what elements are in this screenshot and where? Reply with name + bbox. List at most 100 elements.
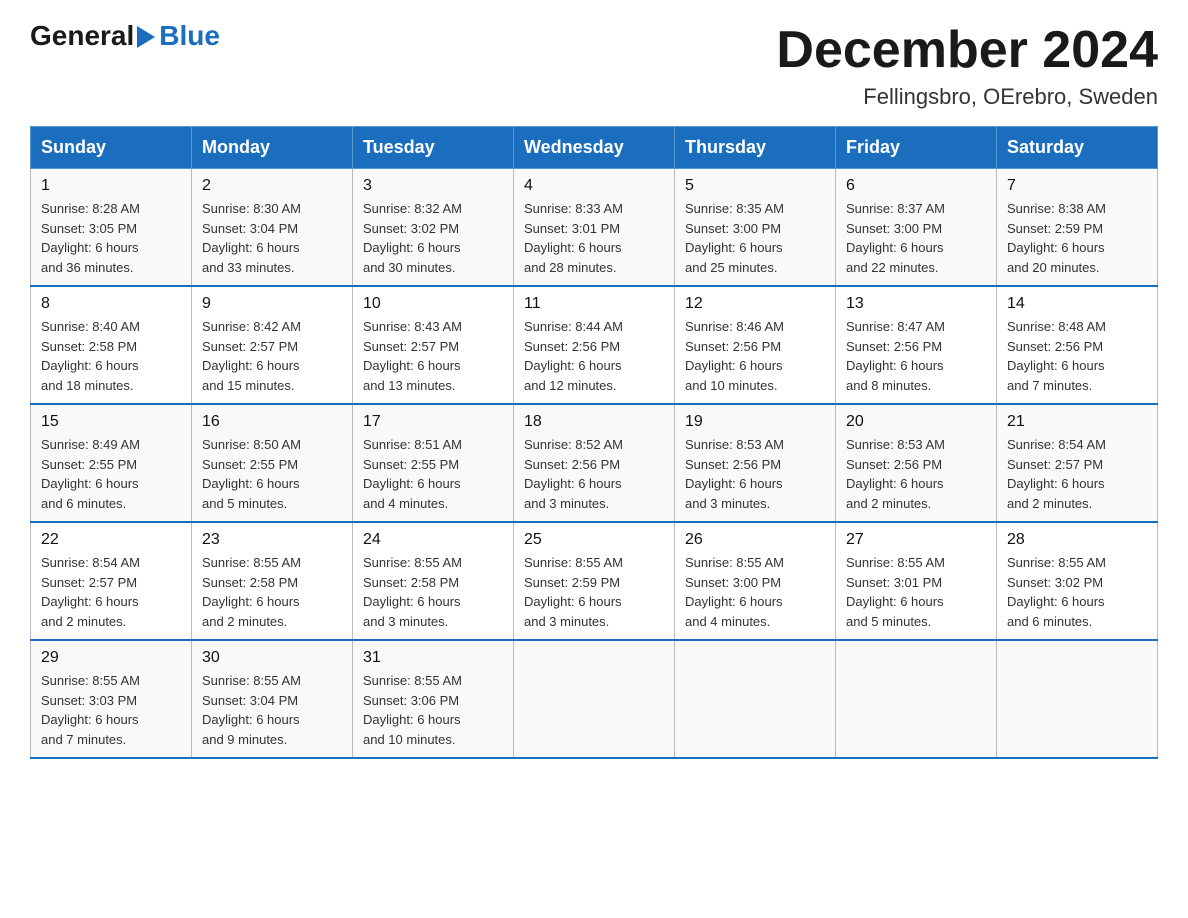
- header-thursday: Thursday: [675, 127, 836, 169]
- calendar-cell: [675, 640, 836, 758]
- calendar-cell: 15 Sunrise: 8:49 AM Sunset: 2:55 PM Dayl…: [31, 404, 192, 522]
- day-info: Sunrise: 8:43 AM Sunset: 2:57 PM Dayligh…: [363, 317, 503, 395]
- header-tuesday: Tuesday: [353, 127, 514, 169]
- calendar-week-row: 15 Sunrise: 8:49 AM Sunset: 2:55 PM Dayl…: [31, 404, 1158, 522]
- day-info: Sunrise: 8:42 AM Sunset: 2:57 PM Dayligh…: [202, 317, 342, 395]
- day-number: 17: [363, 413, 503, 431]
- calendar-cell: 20 Sunrise: 8:53 AM Sunset: 2:56 PM Dayl…: [836, 404, 997, 522]
- day-number: 25: [524, 531, 664, 549]
- day-info: Sunrise: 8:55 AM Sunset: 2:58 PM Dayligh…: [202, 553, 342, 631]
- day-info: Sunrise: 8:55 AM Sunset: 2:58 PM Dayligh…: [363, 553, 503, 631]
- calendar-cell: 2 Sunrise: 8:30 AM Sunset: 3:04 PM Dayli…: [192, 169, 353, 287]
- calendar-header-row: SundayMondayTuesdayWednesdayThursdayFrid…: [31, 127, 1158, 169]
- day-info: Sunrise: 8:37 AM Sunset: 3:00 PM Dayligh…: [846, 199, 986, 277]
- calendar-cell: 1 Sunrise: 8:28 AM Sunset: 3:05 PM Dayli…: [31, 169, 192, 287]
- day-number: 12: [685, 295, 825, 313]
- calendar-table: SundayMondayTuesdayWednesdayThursdayFrid…: [30, 126, 1158, 759]
- day-info: Sunrise: 8:55 AM Sunset: 3:06 PM Dayligh…: [363, 671, 503, 749]
- calendar-cell: 17 Sunrise: 8:51 AM Sunset: 2:55 PM Dayl…: [353, 404, 514, 522]
- header-sunday: Sunday: [31, 127, 192, 169]
- day-number: 13: [846, 295, 986, 313]
- calendar-cell: 5 Sunrise: 8:35 AM Sunset: 3:00 PM Dayli…: [675, 169, 836, 287]
- day-number: 21: [1007, 413, 1147, 431]
- day-info: Sunrise: 8:55 AM Sunset: 3:04 PM Dayligh…: [202, 671, 342, 749]
- calendar-week-row: 22 Sunrise: 8:54 AM Sunset: 2:57 PM Dayl…: [31, 522, 1158, 640]
- calendar-cell: [514, 640, 675, 758]
- logo-blue-text: Blue: [159, 20, 220, 52]
- day-number: 4: [524, 177, 664, 195]
- calendar-cell: 18 Sunrise: 8:52 AM Sunset: 2:56 PM Dayl…: [514, 404, 675, 522]
- day-info: Sunrise: 8:33 AM Sunset: 3:01 PM Dayligh…: [524, 199, 664, 277]
- calendar-cell: 26 Sunrise: 8:55 AM Sunset: 3:00 PM Dayl…: [675, 522, 836, 640]
- day-info: Sunrise: 8:47 AM Sunset: 2:56 PM Dayligh…: [846, 317, 986, 395]
- calendar-cell: 13 Sunrise: 8:47 AM Sunset: 2:56 PM Dayl…: [836, 286, 997, 404]
- day-number: 26: [685, 531, 825, 549]
- page-header: General Blue December 2024 Fellingsbro, …: [30, 20, 1158, 110]
- calendar-cell: 4 Sunrise: 8:33 AM Sunset: 3:01 PM Dayli…: [514, 169, 675, 287]
- header-wednesday: Wednesday: [514, 127, 675, 169]
- day-number: 5: [685, 177, 825, 195]
- calendar-cell: 12 Sunrise: 8:46 AM Sunset: 2:56 PM Dayl…: [675, 286, 836, 404]
- day-number: 15: [41, 413, 181, 431]
- day-number: 9: [202, 295, 342, 313]
- day-info: Sunrise: 8:38 AM Sunset: 2:59 PM Dayligh…: [1007, 199, 1147, 277]
- day-info: Sunrise: 8:32 AM Sunset: 3:02 PM Dayligh…: [363, 199, 503, 277]
- calendar-cell: 14 Sunrise: 8:48 AM Sunset: 2:56 PM Dayl…: [997, 286, 1158, 404]
- day-number: 2: [202, 177, 342, 195]
- calendar-cell: 7 Sunrise: 8:38 AM Sunset: 2:59 PM Dayli…: [997, 169, 1158, 287]
- day-number: 18: [524, 413, 664, 431]
- calendar-cell: 3 Sunrise: 8:32 AM Sunset: 3:02 PM Dayli…: [353, 169, 514, 287]
- day-number: 22: [41, 531, 181, 549]
- day-info: Sunrise: 8:30 AM Sunset: 3:04 PM Dayligh…: [202, 199, 342, 277]
- day-info: Sunrise: 8:53 AM Sunset: 2:56 PM Dayligh…: [846, 435, 986, 513]
- day-info: Sunrise: 8:52 AM Sunset: 2:56 PM Dayligh…: [524, 435, 664, 513]
- calendar-cell: 8 Sunrise: 8:40 AM Sunset: 2:58 PM Dayli…: [31, 286, 192, 404]
- calendar-cell: 22 Sunrise: 8:54 AM Sunset: 2:57 PM Dayl…: [31, 522, 192, 640]
- day-info: Sunrise: 8:55 AM Sunset: 3:02 PM Dayligh…: [1007, 553, 1147, 631]
- day-number: 31: [363, 649, 503, 667]
- calendar-week-row: 8 Sunrise: 8:40 AM Sunset: 2:58 PM Dayli…: [31, 286, 1158, 404]
- header-friday: Friday: [836, 127, 997, 169]
- day-info: Sunrise: 8:55 AM Sunset: 3:03 PM Dayligh…: [41, 671, 181, 749]
- calendar-cell: [836, 640, 997, 758]
- day-info: Sunrise: 8:40 AM Sunset: 2:58 PM Dayligh…: [41, 317, 181, 395]
- calendar-cell: 28 Sunrise: 8:55 AM Sunset: 3:02 PM Dayl…: [997, 522, 1158, 640]
- day-number: 19: [685, 413, 825, 431]
- day-number: 28: [1007, 531, 1147, 549]
- day-number: 1: [41, 177, 181, 195]
- calendar-cell: 11 Sunrise: 8:44 AM Sunset: 2:56 PM Dayl…: [514, 286, 675, 404]
- day-info: Sunrise: 8:50 AM Sunset: 2:55 PM Dayligh…: [202, 435, 342, 513]
- day-number: 7: [1007, 177, 1147, 195]
- logo: General Blue: [30, 20, 220, 52]
- logo-triangle-icon: [137, 26, 155, 48]
- day-number: 23: [202, 531, 342, 549]
- location-title: Fellingsbro, OErebro, Sweden: [776, 84, 1158, 110]
- logo-general-text: General: [30, 20, 134, 52]
- day-number: 20: [846, 413, 986, 431]
- header-monday: Monday: [192, 127, 353, 169]
- day-info: Sunrise: 8:54 AM Sunset: 2:57 PM Dayligh…: [1007, 435, 1147, 513]
- day-info: Sunrise: 8:51 AM Sunset: 2:55 PM Dayligh…: [363, 435, 503, 513]
- header-saturday: Saturday: [997, 127, 1158, 169]
- day-info: Sunrise: 8:55 AM Sunset: 3:01 PM Dayligh…: [846, 553, 986, 631]
- day-number: 30: [202, 649, 342, 667]
- month-year-title: December 2024: [776, 20, 1158, 80]
- day-info: Sunrise: 8:53 AM Sunset: 2:56 PM Dayligh…: [685, 435, 825, 513]
- day-info: Sunrise: 8:28 AM Sunset: 3:05 PM Dayligh…: [41, 199, 181, 277]
- calendar-cell: 21 Sunrise: 8:54 AM Sunset: 2:57 PM Dayl…: [997, 404, 1158, 522]
- day-number: 8: [41, 295, 181, 313]
- day-number: 3: [363, 177, 503, 195]
- calendar-cell: 27 Sunrise: 8:55 AM Sunset: 3:01 PM Dayl…: [836, 522, 997, 640]
- day-info: Sunrise: 8:55 AM Sunset: 3:00 PM Dayligh…: [685, 553, 825, 631]
- day-info: Sunrise: 8:49 AM Sunset: 2:55 PM Dayligh…: [41, 435, 181, 513]
- day-number: 10: [363, 295, 503, 313]
- day-info: Sunrise: 8:35 AM Sunset: 3:00 PM Dayligh…: [685, 199, 825, 277]
- calendar-cell: 31 Sunrise: 8:55 AM Sunset: 3:06 PM Dayl…: [353, 640, 514, 758]
- title-area: December 2024 Fellingsbro, OErebro, Swed…: [776, 20, 1158, 110]
- calendar-cell: 9 Sunrise: 8:42 AM Sunset: 2:57 PM Dayli…: [192, 286, 353, 404]
- calendar-cell: 16 Sunrise: 8:50 AM Sunset: 2:55 PM Dayl…: [192, 404, 353, 522]
- calendar-cell: 25 Sunrise: 8:55 AM Sunset: 2:59 PM Dayl…: [514, 522, 675, 640]
- calendar-cell: 24 Sunrise: 8:55 AM Sunset: 2:58 PM Dayl…: [353, 522, 514, 640]
- day-number: 16: [202, 413, 342, 431]
- day-info: Sunrise: 8:54 AM Sunset: 2:57 PM Dayligh…: [41, 553, 181, 631]
